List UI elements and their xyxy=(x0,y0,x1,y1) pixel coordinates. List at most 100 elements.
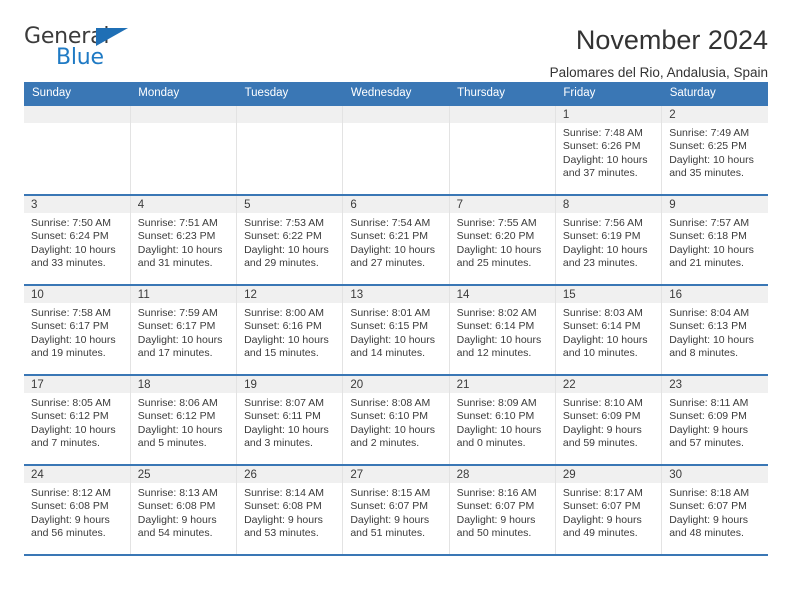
sunset-text: Sunset: 6:13 PM xyxy=(669,320,747,333)
page-subtitle: Palomares del Rio, Andalusia, Spain xyxy=(549,65,768,81)
calendar-cell-day-11[interactable]: 11 Sunrise: 7:59 AM Sunset: 6:17 PM Dayligh… xyxy=(130,284,238,375)
day-details: Sunrise: 7:51 AM Sunset: 6:23 PM Daylight:… xyxy=(131,213,236,271)
sunrise-text: Sunrise: 7:53 AM xyxy=(244,217,325,229)
daylight-text: Daylight: 9 hours and 51 minutes. xyxy=(350,513,430,540)
sunrise-text: Sunrise: 8:10 AM xyxy=(562,397,643,409)
calendar-cell-day-29[interactable]: 29 Sunrise: 8:17 AM Sunset: 6:07 PM Dayligh… xyxy=(555,464,663,556)
sunrise-text: Sunrise: 8:15 AM xyxy=(350,487,431,499)
calendar-cell-day-24[interactable]: 24 Sunrise: 8:12 AM Sunset: 6:08 PM Dayligh… xyxy=(24,464,131,556)
day-number: 26 xyxy=(237,466,343,483)
day-number: 4 xyxy=(130,196,237,213)
calendar-cell-day-10[interactable]: 10 Sunrise: 7:58 AM Sunset: 6:17 PM Dayligh… xyxy=(24,284,131,375)
sunset-text: Sunset: 6:07 PM xyxy=(669,500,747,513)
daylight-text: Daylight: 9 hours and 48 minutes. xyxy=(669,513,748,540)
day-number: 14 xyxy=(449,286,555,303)
day-number: 24 xyxy=(24,466,130,483)
sunrise-text: Sunrise: 8:02 AM xyxy=(456,307,537,319)
day-number: 3 xyxy=(24,196,130,213)
calendar-body: 1 Sunrise: 7:48 AM Sunset: 6:26 PM Daylight… xyxy=(24,104,768,556)
sunset-text: Sunset: 6:09 PM xyxy=(562,410,641,423)
daylight-text: Daylight: 10 hours and 2 minutes. xyxy=(350,423,435,450)
calendar-cell-day-26[interactable]: 26 Sunrise: 8:14 AM Sunset: 6:08 PM Dayligh… xyxy=(236,464,344,556)
calendar-cell-day-16[interactable]: 16 Sunrise: 8:04 AM Sunset: 6:13 PM Dayligh… xyxy=(661,284,768,375)
day-details: Sunrise: 7:50 AM Sunset: 6:24 PM Daylight:… xyxy=(24,213,130,271)
sunset-text: Sunset: 6:24 PM xyxy=(31,230,109,243)
calendar-cell-day-30[interactable]: 30 Sunrise: 8:18 AM Sunset: 6:07 PM Dayligh… xyxy=(661,464,768,556)
day-number: 29 xyxy=(555,466,662,483)
day-details: Sunrise: 8:15 AM Sunset: 6:07 PM Daylight:… xyxy=(343,483,448,541)
day-number: 25 xyxy=(130,466,237,483)
calendar-cell-day-13[interactable]: 13 Sunrise: 8:01 AM Sunset: 6:15 PM Dayligh… xyxy=(342,284,450,375)
day-details: Sunrise: 8:13 AM Sunset: 6:08 PM Daylight:… xyxy=(131,483,236,541)
calendar-cell-day-18[interactable]: 18 Sunrise: 8:06 AM Sunset: 6:12 PM Dayligh… xyxy=(130,374,238,465)
calendar-grid: Sunday Monday Tuesday Wednesday Thursday Frid… xyxy=(24,82,768,556)
sunrise-text: Sunrise: 8:16 AM xyxy=(456,487,537,499)
calendar-cell-day-2[interactable]: 2 Sunrise: 7:49 AM Sunset: 6:25 PM Daylight… xyxy=(661,104,768,195)
sunset-text: Sunset: 6:08 PM xyxy=(244,500,322,513)
sunset-text: Sunset: 6:08 PM xyxy=(137,500,216,513)
day-details: Sunrise: 7:59 AM Sunset: 6:17 PM Daylight:… xyxy=(131,303,236,361)
calendar-cell-day-4[interactable]: 4 Sunrise: 7:51 AM Sunset: 6:23 PM Daylight… xyxy=(130,194,238,285)
calendar-cell-day-25[interactable]: 25 Sunrise: 8:13 AM Sunset: 6:08 PM Dayligh… xyxy=(130,464,238,556)
day-details: Sunrise: 7:56 AM Sunset: 6:19 PM Daylight:… xyxy=(556,213,661,271)
calendar-cell-day-15[interactable]: 15 Sunrise: 8:03 AM Sunset: 6:14 PM Dayligh… xyxy=(555,284,663,375)
calendar-cell-day-8[interactable]: 8 Sunrise: 7:56 AM Sunset: 6:19 PM Daylight… xyxy=(555,194,663,285)
calendar-cell-day-22[interactable]: 22 Sunrise: 8:10 AM Sunset: 6:09 PM Dayligh… xyxy=(555,374,663,465)
weekday-header: Sunday Monday Tuesday Wednesday Thursday Frid… xyxy=(24,82,768,105)
calendar-cell-day-1[interactable]: 1 Sunrise: 7:48 AM Sunset: 6:26 PM Daylight… xyxy=(555,104,663,195)
calendar-cell-empty xyxy=(24,104,131,195)
day-details: Sunrise: 8:11 AM Sunset: 6:09 PM Daylight:… xyxy=(662,393,768,451)
calendar-cell-day-28[interactable]: 28 Sunrise: 8:16 AM Sunset: 6:07 PM Dayligh… xyxy=(449,464,556,556)
calendar-cell-day-27[interactable]: 27 Sunrise: 8:15 AM Sunset: 6:07 PM Dayligh… xyxy=(342,464,450,556)
day-details: Sunrise: 8:10 AM Sunset: 6:09 PM Daylight:… xyxy=(556,393,661,451)
daylight-text: Daylight: 10 hours and 5 minutes. xyxy=(137,423,223,450)
sunset-text: Sunset: 6:10 PM xyxy=(350,410,428,423)
weekday-header-saturday: Saturday xyxy=(661,82,768,105)
sunset-text: Sunset: 6:26 PM xyxy=(562,140,641,153)
calendar-cell-empty xyxy=(236,104,344,195)
sunset-text: Sunset: 6:08 PM xyxy=(31,500,109,513)
calendar-cell-day-3[interactable]: 3 Sunrise: 7:50 AM Sunset: 6:24 PM Daylight… xyxy=(24,194,131,285)
sunset-text: Sunset: 6:07 PM xyxy=(562,500,641,513)
calendar-cell-day-9[interactable]: 9 Sunrise: 7:57 AM Sunset: 6:18 PM Daylight… xyxy=(661,194,768,285)
calendar-page: General Blue November 2024 Palomares del… xyxy=(0,0,792,612)
calendar-cell-day-20[interactable]: 20 Sunrise: 8:08 AM Sunset: 6:10 PM Dayligh… xyxy=(342,374,450,465)
day-number: 28 xyxy=(449,466,555,483)
calendar-cell-day-6[interactable]: 6 Sunrise: 7:54 AM Sunset: 6:21 PM Daylight… xyxy=(342,194,450,285)
daylight-text: Daylight: 10 hours and 0 minutes. xyxy=(456,423,542,450)
day-number: 16 xyxy=(662,286,768,303)
weekday-header-wednesday: Wednesday xyxy=(342,82,450,105)
calendar-cell-day-12[interactable]: 12 Sunrise: 8:00 AM Sunset: 6:16 PM Dayligh… xyxy=(236,284,344,375)
sunrise-text: Sunrise: 8:07 AM xyxy=(244,397,325,409)
day-details: Sunrise: 8:12 AM Sunset: 6:08 PM Daylight:… xyxy=(24,483,130,541)
calendar-cell-day-5[interactable]: 5 Sunrise: 7:53 AM Sunset: 6:22 PM Daylight… xyxy=(236,194,344,285)
daylight-text: Daylight: 10 hours and 3 minutes. xyxy=(244,423,329,450)
calendar-cell-empty xyxy=(449,104,556,195)
calendar-cell-day-7[interactable]: 7 Sunrise: 7:55 AM Sunset: 6:20 PM Daylight… xyxy=(449,194,556,285)
daylight-text: Daylight: 10 hours and 29 minutes. xyxy=(244,243,329,270)
day-details: Sunrise: 8:02 AM Sunset: 6:14 PM Daylight:… xyxy=(450,303,555,361)
sunrise-text: Sunrise: 8:06 AM xyxy=(137,397,218,409)
day-details: Sunrise: 8:03 AM Sunset: 6:14 PM Daylight:… xyxy=(556,303,661,361)
calendar-cell-day-19[interactable]: 19 Sunrise: 8:07 AM Sunset: 6:11 PM Dayligh… xyxy=(236,374,344,465)
day-details: Sunrise: 8:00 AM Sunset: 6:16 PM Daylight:… xyxy=(237,303,342,361)
daylight-text: Daylight: 9 hours and 56 minutes. xyxy=(31,513,110,540)
weekday-header-monday: Monday xyxy=(130,82,237,105)
day-details: Sunrise: 8:09 AM Sunset: 6:10 PM Daylight:… xyxy=(450,393,555,451)
sunset-text: Sunset: 6:20 PM xyxy=(456,230,535,243)
calendar-week-row: 1 Sunrise: 7:48 AM Sunset: 6:26 PM Daylight… xyxy=(24,104,768,195)
sunrise-text: Sunrise: 8:13 AM xyxy=(137,487,218,499)
calendar-cell-day-23[interactable]: 23 Sunrise: 8:11 AM Sunset: 6:09 PM Dayligh… xyxy=(661,374,768,465)
day-number: 27 xyxy=(343,466,449,483)
day-number xyxy=(343,106,449,123)
sunrise-text: Sunrise: 8:18 AM xyxy=(669,487,750,499)
sunrise-text: Sunrise: 7:48 AM xyxy=(562,127,643,139)
calendar-cell-day-21[interactable]: 21 Sunrise: 8:09 AM Sunset: 6:10 PM Dayligh… xyxy=(449,374,556,465)
calendar-cell-day-17[interactable]: 17 Sunrise: 8:05 AM Sunset: 6:12 PM Dayligh… xyxy=(24,374,131,465)
sunset-text: Sunset: 6:23 PM xyxy=(137,230,216,243)
calendar-cell-day-14[interactable]: 14 Sunrise: 8:02 AM Sunset: 6:14 PM Dayligh… xyxy=(449,284,556,375)
page-title: November 2024 xyxy=(575,25,768,55)
daylight-text: Daylight: 9 hours and 54 minutes. xyxy=(137,513,217,540)
day-number: 18 xyxy=(130,376,237,393)
day-number: 20 xyxy=(343,376,449,393)
